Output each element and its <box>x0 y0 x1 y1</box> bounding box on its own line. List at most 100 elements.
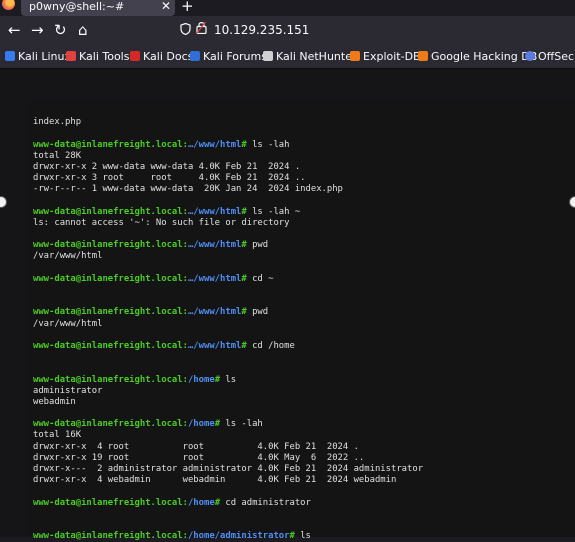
terminal-output-line: drwxr-xr-x 3 root root 4.0K Feb 21 2024 … <box>33 173 306 184</box>
back-button[interactable]: ← <box>8 21 21 39</box>
terminal-prompt-line: www-data@inlanefreight.local:…/www/html#… <box>33 240 575 251</box>
prompt-path: …/www/html <box>187 273 242 284</box>
prompt-path: …/www/html <box>187 307 242 318</box>
page-content: index.php www-data@inlanefreight.local:…/… <box>0 69 575 541</box>
prompt-user: www-data@inlanefreight.local <box>33 206 183 217</box>
terminal-prompt-line: www-data@inlanefreight.local:…/www/html#… <box>33 274 575 285</box>
bookmark-kali-docs[interactable]: Kali Docs <box>130 50 193 63</box>
terminal-output-line: total 16K <box>33 430 82 441</box>
bookmark-kali-forums[interactable]: Kali Forums <box>190 50 267 63</box>
prompt-symbol: # <box>214 419 226 430</box>
prompt-command: ls -lah <box>252 139 290 150</box>
ghdb-icon <box>418 51 428 61</box>
prompt-symbol: # <box>241 340 253 351</box>
bookmark-label: Kali NetHunter <box>276 50 357 63</box>
terminal-prompt-line: www-data@inlanefreight.local:…/www/html#… <box>33 140 575 151</box>
bookmark-offsec[interactable]: OffSec <box>525 50 574 63</box>
prompt-path: …/www/html <box>187 340 242 351</box>
right-resize-handle[interactable] <box>569 196 575 208</box>
prompt-path: /home <box>187 419 215 430</box>
prompt-path: /home <box>187 497 215 508</box>
bookmark-label: Kali Docs <box>143 50 194 63</box>
prompt-user: www-data@inlanefreight.local <box>33 531 183 542</box>
tab-close-icon[interactable]: ✕ <box>161 0 171 13</box>
terminal-output-line: drwxr-xr-x 4 webadmin webadmin 4.0K Feb … <box>33 475 397 486</box>
terminal-output-line: -rw-r--r-- 1 www-data www-data 20K Jan 2… <box>33 184 343 195</box>
home-button[interactable]: ⌂ <box>78 21 88 39</box>
prompt-user: www-data@inlanefreight.local <box>33 139 183 150</box>
bookmark-label: OffSec <box>538 50 575 63</box>
prompt-user: www-data@inlanefreight.local <box>33 307 183 318</box>
prompt-user: www-data@inlanefreight.local <box>33 419 183 430</box>
prompt-command: cd ~ <box>252 273 274 284</box>
prompt-command: pwd <box>252 240 269 251</box>
prompt-user: www-data@inlanefreight.local <box>33 374 183 385</box>
terminal-prompt-line: www-data@inlanefreight.local:…/www/html#… <box>33 207 575 218</box>
tab-strip: p0wny@shell:~# ✕ + <box>0 0 575 16</box>
offsec-icon <box>525 51 535 61</box>
terminal-output[interactable]: index.php www-data@inlanefreight.local:…/… <box>28 100 575 541</box>
terminal-lines: index.php www-data@inlanefreight.local:…/… <box>33 106 575 542</box>
bookmark-label: Kali Forums <box>203 50 267 63</box>
prompt-symbol: # <box>241 240 253 251</box>
terminal-prompt-line: www-data@inlanefreight.local:/home# cd a… <box>33 498 575 509</box>
url-text[interactable]: 10.129.235.151 <box>214 23 309 37</box>
terminal-output-line: webadmin <box>33 396 76 407</box>
bookmark-kali-nethunter[interactable]: Kali NetHunter <box>263 50 357 63</box>
terminal-output-line: administrator <box>33 385 103 396</box>
prompt-command: ls <box>300 531 311 542</box>
prompt-command: cd administrator <box>225 497 311 508</box>
prompt-path: /home <box>187 374 215 385</box>
bookmark-label: Kali Tools <box>79 50 130 63</box>
bookmark-exploit-db[interactable]: Exploit-DB <box>350 50 421 63</box>
prompt-symbol: # <box>289 531 301 542</box>
terminal-output-line: /var/www/html <box>33 251 103 262</box>
tab-title: p0wny@shell:~# <box>29 0 125 13</box>
bookmark-label: Kali Linux <box>18 50 72 63</box>
terminal-prompt-line: www-data@inlanefreight.local:…/www/html#… <box>33 307 575 318</box>
tab-active[interactable]: p0wny@shell:~# ✕ <box>21 0 175 16</box>
lock-icon[interactable] <box>196 21 207 37</box>
bookmark-kali-tools[interactable]: Kali Tools <box>66 50 129 63</box>
exploit-db-icon <box>350 51 360 61</box>
reload-button[interactable]: ↻ <box>54 21 67 39</box>
bookmarks-toolbar: Kali Linux Kali Tools Kali Docs Kali For… <box>0 46 575 69</box>
prompt-path: …/www/html <box>187 139 242 150</box>
prompt-symbol: # <box>214 374 226 385</box>
shield-icon[interactable] <box>180 22 191 38</box>
firefox-logo-icon[interactable] <box>2 0 15 10</box>
terminal-prompt-line: www-data@inlanefreight.local:/home# ls -… <box>33 419 575 430</box>
prompt-symbol: # <box>241 273 253 284</box>
bookmark-google-hacking-db[interactable]: Google Hacking DB <box>418 50 537 63</box>
navigation-bar: ← → ↻ ⌂ 10.129.235.151 <box>0 16 575 46</box>
terminal-output-line: drwxr-xr-x 2 www-data www-data 4.0K Feb … <box>33 161 301 172</box>
terminal-prompt-line: www-data@inlanefreight.local:/home# ls <box>33 375 575 386</box>
prompt-user: www-data@inlanefreight.local <box>33 240 183 251</box>
terminal-output-line: index.php <box>33 117 82 128</box>
new-tab-button[interactable]: + <box>181 0 194 14</box>
kali-dragon-icon <box>5 51 15 61</box>
prompt-user: www-data@inlanefreight.local <box>33 340 183 351</box>
address-bar[interactable]: 10.129.235.151 <box>168 19 575 43</box>
terminal-output-line: total 28K <box>33 150 82 161</box>
terminal-prompt-line: www-data@inlanefreight.local:…/www/html#… <box>33 341 575 352</box>
bookmark-kali-linux[interactable]: Kali Linux <box>5 50 71 63</box>
prompt-user: www-data@inlanefreight.local <box>33 273 183 284</box>
prompt-symbol: # <box>214 497 226 508</box>
prompt-command: ls -lah ~ <box>252 206 301 217</box>
prompt-command: ls -lah <box>225 419 263 430</box>
terminal-output-line: drwxr-xr-x 4 root root 4.0K Feb 21 2024 … <box>33 441 359 452</box>
prompt-path: …/www/html <box>187 240 242 251</box>
terminal-output-line: ls: cannot access '~': No such file or d… <box>33 217 290 228</box>
forward-button[interactable]: → <box>31 21 44 39</box>
